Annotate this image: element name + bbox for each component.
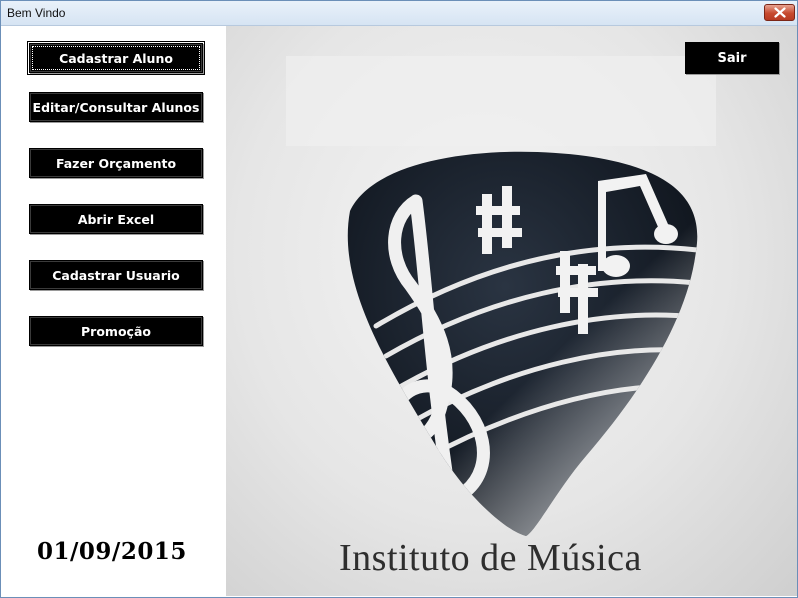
left-menu-panel: Cadastrar Aluno Editar/Consultar Alunos … (3, 26, 226, 596)
sair-button[interactable]: Sair (685, 42, 779, 74)
promocao-button[interactable]: Promoção (29, 316, 203, 346)
institute-name-text: Instituto de Música (339, 537, 642, 579)
guitar-pick-logo (286, 56, 716, 536)
current-date: 01/09/2015 (37, 538, 187, 565)
cadastrar-usuario-button[interactable]: Cadastrar Usuario (29, 260, 203, 290)
cadastrar-aluno-button[interactable]: Cadastrar Aluno (27, 41, 205, 75)
fazer-orcamento-button[interactable]: Fazer Orçamento (29, 148, 203, 178)
main-window: Bem Vindo Cadastrar Aluno Editar/Consult… (0, 0, 798, 598)
title-bar[interactable]: Bem Vindo (1, 1, 797, 26)
close-icon (774, 7, 786, 18)
form-client-area: Cadastrar Aluno Editar/Consultar Alunos … (3, 26, 797, 596)
window-title: Bem Vindo (7, 6, 66, 20)
editar-consultar-alunos-button[interactable]: Editar/Consultar Alunos (29, 92, 203, 122)
logo-photo: Instituto de Música (226, 26, 797, 596)
close-button[interactable] (764, 4, 795, 21)
abrir-excel-button[interactable]: Abrir Excel (29, 204, 203, 234)
